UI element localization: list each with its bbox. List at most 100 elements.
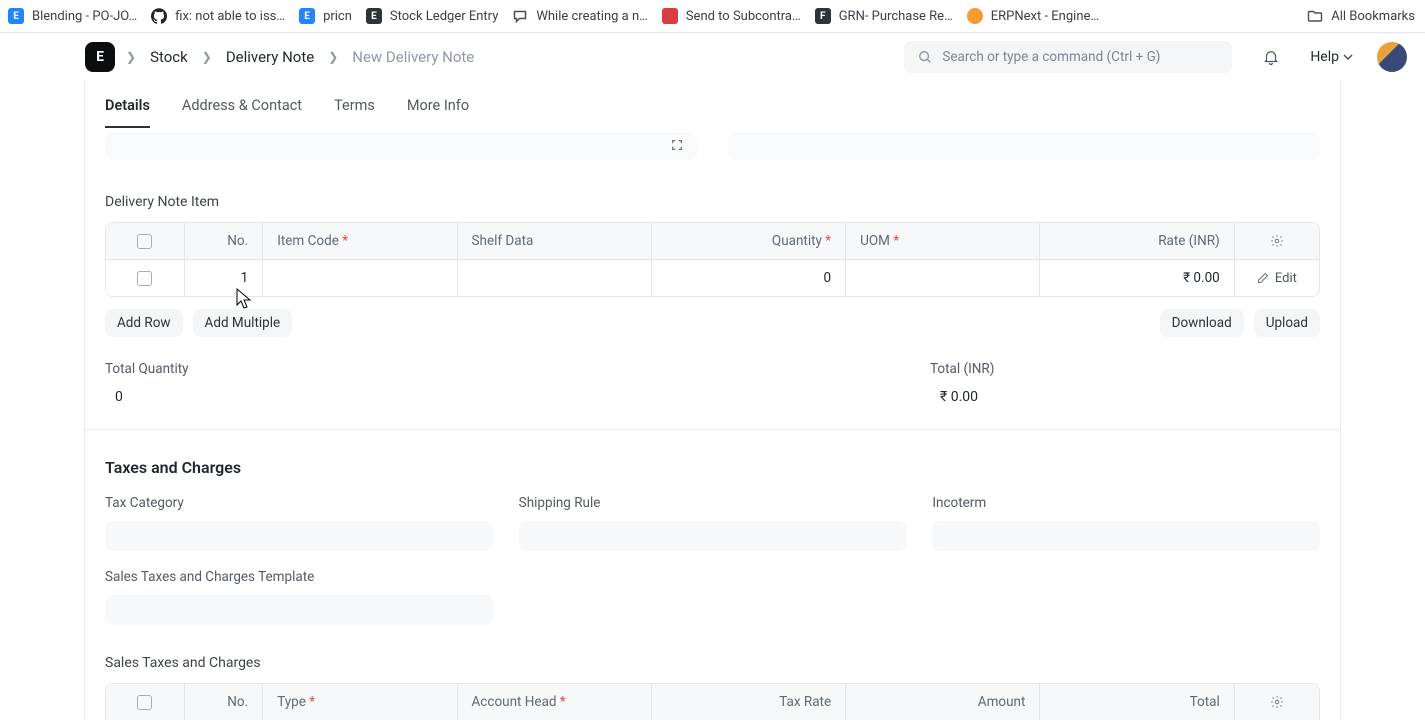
search-icon [918,50,932,64]
browser-tab[interactable]: fix: not able to iss… [151,8,285,24]
section-divider [85,429,1340,430]
header-tax-rate[interactable]: Tax Rate [652,684,846,720]
app-logo[interactable]: E [85,42,115,72]
edit-label: Edit [1275,271,1297,286]
gear-icon [1270,234,1284,248]
header-account-head[interactable]: Account Head [458,684,652,720]
grid-settings-button[interactable] [1235,223,1319,259]
add-row-button[interactable]: Add Row [105,309,183,337]
tab-label: Stock Ledger Entry [390,9,498,24]
tab-details[interactable]: Details [105,97,150,128]
chevron-right-icon: ❯ [328,50,338,64]
browser-tab[interactable]: F GRN- Purchase Re… [815,8,953,24]
header-select-all[interactable] [106,684,185,720]
favicon-github-icon [151,8,167,24]
help-label: Help [1310,49,1339,65]
header-quantity[interactable]: Quantity [652,223,846,259]
header-select-all[interactable] [106,223,185,259]
collapsed-card-right [728,132,1321,160]
shipping-rule-input[interactable] [519,521,907,551]
header-no: No. [185,223,264,259]
incoterm-input[interactable] [932,521,1320,551]
folder-icon [1307,8,1323,24]
cell-rate[interactable]: ₹ 0.00 [1040,260,1234,296]
total-inr-value: ₹ 0.00 [930,389,1320,405]
browser-tab[interactable]: ERPNext - Engine… [967,8,1099,24]
browser-tab[interactable]: While creating a n… [512,8,647,24]
favicon-app-icon [662,8,678,24]
gear-icon [1270,695,1284,709]
cell-item-code[interactable] [263,260,457,296]
row-checkbox[interactable] [106,260,185,296]
download-button[interactable]: Download [1160,309,1244,337]
user-avatar[interactable] [1377,42,1407,72]
browser-tab[interactable]: E Stock Ledger Entry [366,8,498,24]
tab-label: GRN- Purchase Re… [839,9,953,24]
header-no: No. [185,684,264,720]
doc-tabs: Details Address & Contact Terms More Inf… [85,81,1340,128]
breadcrumb-link[interactable]: Stock [150,48,188,66]
cell-uom[interactable] [846,260,1040,296]
chevron-right-icon: ❯ [202,50,212,64]
incoterm-label: Incoterm [932,495,1320,511]
header-item-code[interactable]: Item Code [263,223,457,259]
tab-label: fix: not able to iss… [175,9,285,24]
breadcrumb: ❯ Stock ❯ Delivery Note ❯ New Delivery N… [126,48,474,66]
total-inr-label: Total (INR) [930,361,1320,377]
tab-more-info[interactable]: More Info [407,97,469,128]
breadcrumb-link[interactable]: Delivery Note [226,48,314,66]
collapsed-card-left [105,132,698,160]
grid-header-row: No. Item Code Shelf Data Quantity UOM Ra… [106,223,1319,259]
browser-tab[interactable]: E pricn [299,8,352,24]
chevron-right-icon: ❯ [126,50,136,64]
breadcrumb-current: New Delivery Note [352,48,474,66]
expand-icon[interactable] [670,138,684,152]
grid-data-row[interactable]: 1 0 ₹ 0.00 Edit [106,259,1319,296]
global-search[interactable]: Search or type a command (Ctrl + G) [904,41,1232,73]
section-heading-taxes[interactable]: Taxes and Charges [105,458,1320,477]
cell-shelf[interactable] [458,260,652,296]
upload-button[interactable]: Upload [1254,309,1320,337]
tab-label: Send to Subcontra… [686,9,801,24]
total-qty-label: Total Quantity [105,361,930,377]
row-edit-button[interactable]: Edit [1235,260,1319,296]
browser-tab[interactable]: E Blending - PO-JO… [8,8,137,24]
grid-actions: Add Row Add Multiple Download Upload [105,309,1320,337]
tax-category-input[interactable] [105,521,493,551]
header-total[interactable]: Total [1040,684,1234,720]
total-qty-value: 0 [105,389,930,405]
favicon-chat-icon [512,8,528,24]
all-bookmarks-button[interactable]: All Bookmarks [1307,8,1415,24]
header-amount[interactable]: Amount [846,684,1040,720]
header-rate[interactable]: Rate (INR) [1040,223,1234,259]
header-uom[interactable]: UOM [846,223,1040,259]
app-header: E ❯ Stock ❯ Delivery Note ❯ New Delivery… [0,33,1425,81]
tax-category-label: Tax Category [105,495,493,511]
taxes-grid-header: No. Type Account Head Tax Rate Amount To… [106,684,1319,720]
notifications-button[interactable] [1256,42,1286,72]
tab-address-contact[interactable]: Address & Contact [182,97,302,128]
edit-icon [1257,272,1269,284]
taxes-field-row: Tax Category Shipping Rule Incoterm [105,495,1320,551]
search-placeholder: Search or type a command (Ctrl + G) [942,49,1160,65]
help-menu[interactable]: Help [1310,49,1353,65]
tab-label: pricn [323,9,352,24]
tab-terms[interactable]: Terms [334,97,375,128]
header-type[interactable]: Type [263,684,457,720]
favicon-erpnext-icon: E [8,8,24,24]
section-title-sales-taxes: Sales Taxes and Charges [105,655,1320,671]
taxes-grid-settings-button[interactable] [1235,684,1319,720]
bell-icon [1262,48,1280,66]
shipping-rule-label: Shipping Rule [519,495,907,511]
cell-quantity[interactable]: 0 [652,260,846,296]
favicon-app-icon: E [366,8,382,24]
tab-label: While creating a n… [536,9,647,24]
tax-template-input[interactable] [105,595,493,625]
all-bookmarks-label: All Bookmarks [1331,9,1415,24]
browser-tab[interactable]: Send to Subcontra… [662,8,801,24]
browser-tabs-bar: E Blending - PO-JO… fix: not able to iss… [0,0,1425,33]
favicon-erpnext-icon: E [299,8,315,24]
row-number: 1 [185,260,264,296]
add-multiple-button[interactable]: Add Multiple [193,309,293,337]
header-shelf[interactable]: Shelf Data [458,223,652,259]
